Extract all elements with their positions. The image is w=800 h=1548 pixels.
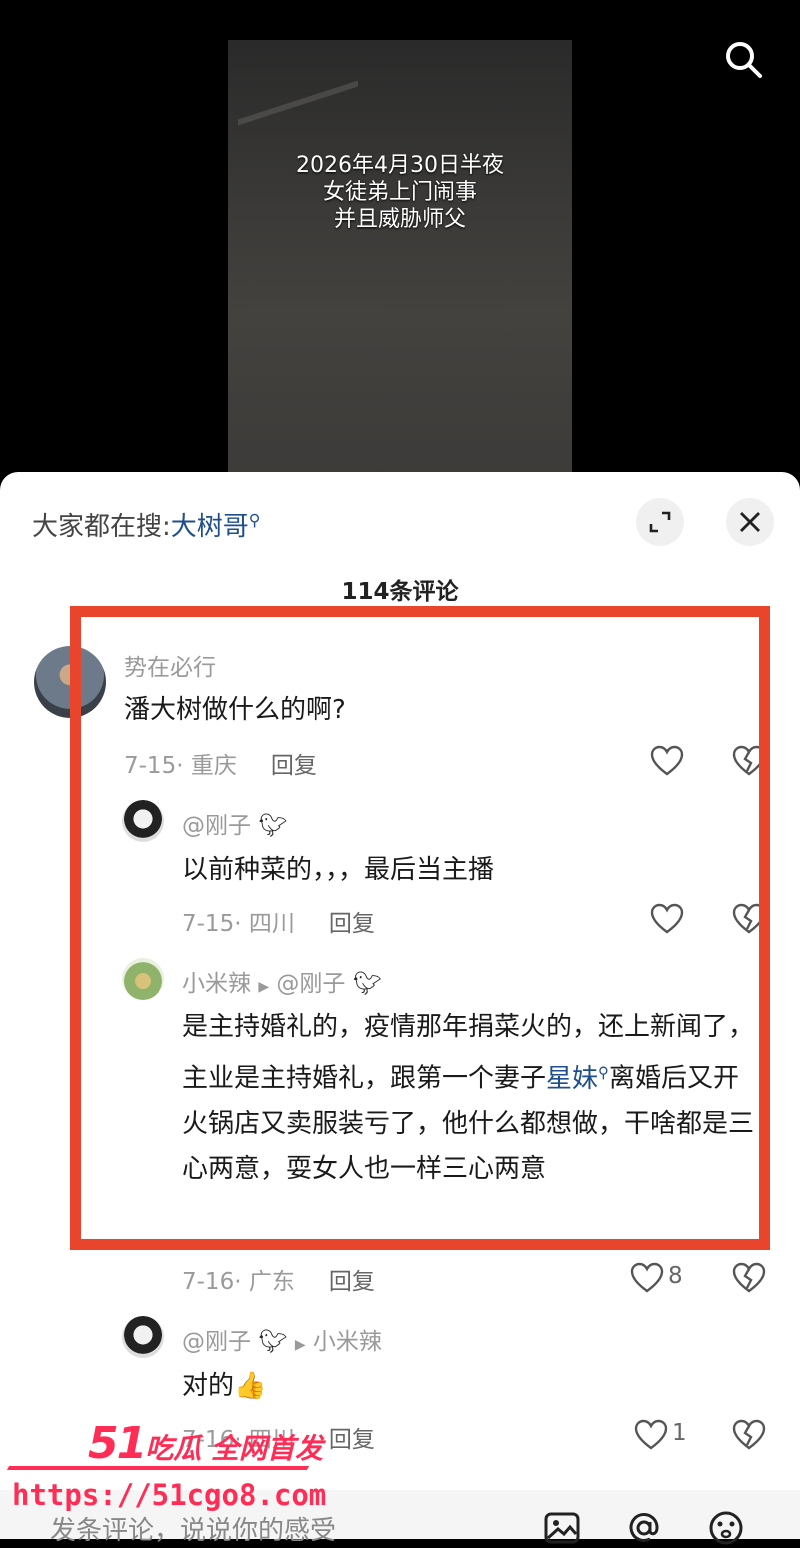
comment-username-text: @刚子: [182, 1329, 251, 1355]
broken-heart-icon[interactable]: [732, 1419, 766, 1451]
video-caption: 2026年4月30日半夜 女徒弟上门闹事 并且威胁师父: [296, 153, 504, 232]
broken-heart-icon[interactable]: [732, 1262, 766, 1294]
close-button[interactable]: [726, 498, 774, 546]
comment-username[interactable]: @刚子 🐦︎ ▶ 小米辣: [182, 1322, 382, 1356]
search-icon[interactable]: [722, 38, 764, 80]
watermark: 51吃瓜 全网首发 https://51cgo8.com: [6, 1418, 328, 1528]
mention-icon[interactable]: [624, 1508, 664, 1548]
close-icon: [740, 512, 760, 532]
highlight-box: [70, 606, 770, 1250]
watermark-logo: 51吃瓜 全网首发: [88, 1418, 323, 1469]
reply-arrow-icon: ▶: [294, 1337, 306, 1353]
comment-date-location: 7-16· 广东: [182, 1269, 295, 1295]
hot-search-keyword[interactable]: 大树哥: [171, 512, 249, 542]
watermark-number: 51: [88, 1418, 147, 1469]
thumbs-up-icon: 👍: [234, 1371, 267, 1401]
watermark-line: [6, 1466, 310, 1470]
image-icon[interactable]: [542, 1508, 582, 1548]
comment-meta: 7-16· 广东 回复: [182, 1262, 375, 1296]
like-count: 1: [672, 1420, 687, 1446]
video-frame: [228, 40, 572, 500]
comment-count: 114条评论: [341, 579, 459, 605]
expand-button[interactable]: [636, 498, 684, 546]
reply-button[interactable]: 回复: [329, 1427, 375, 1453]
bird-icon: 🐦︎: [258, 1329, 288, 1355]
like-count: 8: [668, 1263, 683, 1289]
heart-icon[interactable]: [634, 1419, 668, 1451]
emoji-icon[interactable]: [706, 1508, 746, 1548]
reply-button[interactable]: 回复: [329, 1269, 375, 1295]
comment-text: 对的👍: [182, 1364, 266, 1409]
reply-target[interactable]: 小米辣: [313, 1329, 382, 1355]
heart-icon[interactable]: [630, 1262, 664, 1294]
search-small-icon: ⚲: [248, 510, 261, 530]
video-player[interactable]: 2026年4月30日半夜 女徒弟上门闹事 并且威胁师父: [0, 0, 800, 500]
hot-search-prefix: 大家都在搜:: [32, 512, 171, 542]
comment-text-part: 对的: [182, 1371, 235, 1401]
watermark-url: https://51cgo8.com: [12, 1478, 327, 1512]
avatar[interactable]: [122, 1316, 164, 1358]
hot-search[interactable]: 大家都在搜:大树哥⚲: [32, 506, 261, 543]
expand-icon: [649, 511, 671, 533]
watermark-slogan: 吃瓜 全网首发: [145, 1432, 323, 1465]
